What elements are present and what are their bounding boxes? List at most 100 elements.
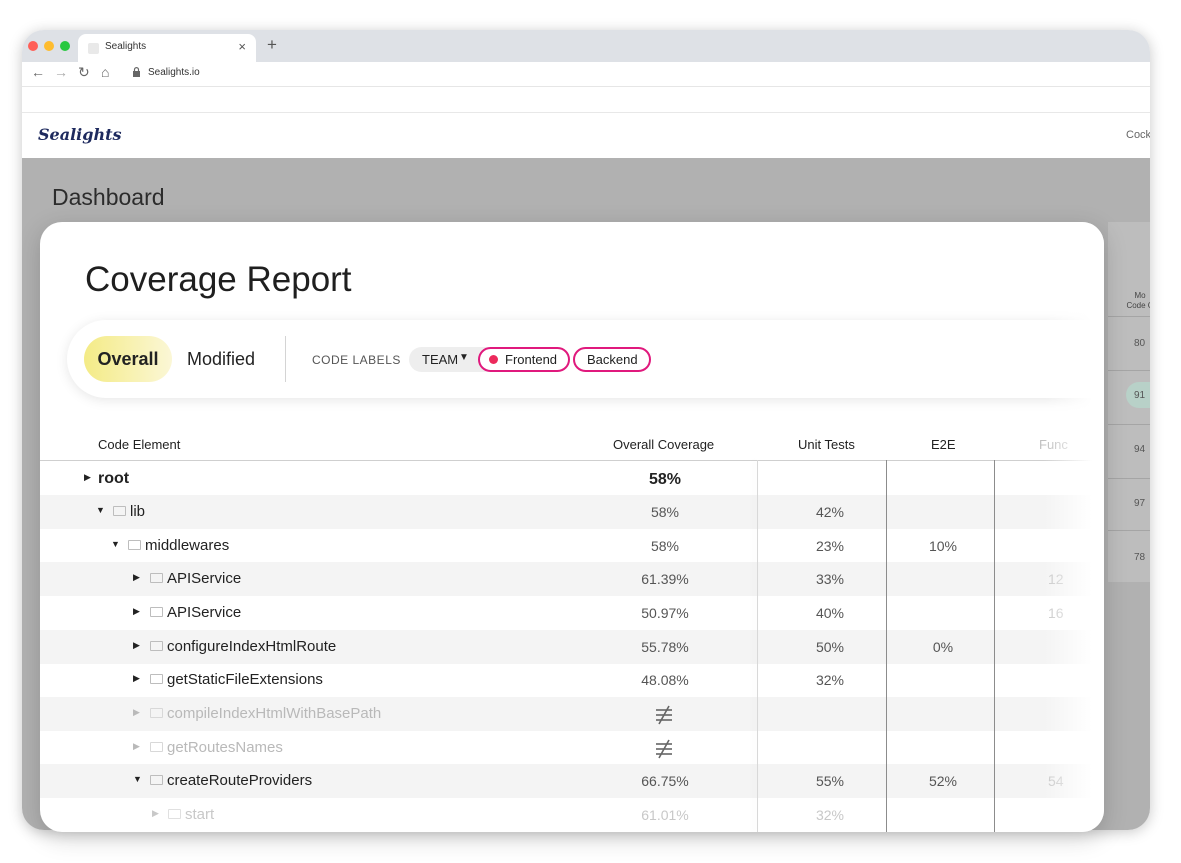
overall-coverage-value: 48.08% [641,672,689,688]
background-row-divider [1108,424,1150,425]
tab-close-icon[interactable]: × [238,39,246,54]
overall-coverage-value: 55.78% [641,639,689,655]
folder-icon [150,742,163,752]
column-divider [886,460,887,832]
table-row[interactable]: ▼ createRouteProviders 66.75% 55% 52% 54 [40,764,1104,798]
code-element-name: createRouteProviders [167,772,313,789]
overall-coverage-value: 58% [650,504,680,520]
background-row-divider [1108,370,1150,371]
folder-icon [150,708,163,718]
unit-tests-value: 33% [815,571,845,587]
expand-arrow-icon[interactable]: ▶ [133,741,140,752]
overall-coverage-value: 58% [648,471,682,488]
header-divider [40,460,1104,461]
folder-icon [150,641,163,651]
table-row[interactable]: ▶ start 61.01% 32% [40,798,1104,832]
new-tab-button[interactable]: + [267,35,277,55]
minimize-window-button[interactable] [44,41,54,51]
segment-modified[interactable]: Modified [187,349,255,370]
no-coverage-icon [656,739,672,759]
table-row[interactable]: ▶ configureIndexHtmlRoute 55.78% 50% 0% [40,630,1104,664]
code-element-name: APIService [167,570,242,587]
table-row[interactable]: ▶ root 58% [40,462,1104,496]
e2e-value: 10% [928,538,958,554]
close-window-button[interactable] [28,41,38,51]
table-row[interactable]: ▶ getStaticFileExtensions 48.08% 32% [40,663,1104,697]
background-value: 78 [1134,552,1146,563]
browser-tab[interactable]: Sealights × [78,34,256,62]
background-value: 94 [1134,444,1146,455]
folder-icon [150,607,163,617]
overall-coverage-value: 58% [650,538,680,554]
code-element-name: start [185,806,215,823]
expand-arrow-icon[interactable]: ▶ [133,707,140,718]
expand-arrow-icon[interactable]: ▶ [152,808,159,819]
functional-value: 12 [1048,571,1064,587]
unit-tests-value: 23% [815,538,845,554]
code-element-name: configureIndexHtmlRoute [167,638,337,655]
home-icon[interactable]: ⌂ [101,64,109,80]
expand-arrow-icon[interactable]: ▶ [133,606,140,617]
background-column-header: Mo [1134,291,1146,300]
table-row[interactable]: ▶ getRoutesNames [40,731,1104,765]
unit-tests-value: 32% [815,807,845,823]
expand-arrow-icon[interactable]: ▶ [84,472,91,483]
sealights-logo[interactable]: Sealights [38,125,121,144]
browser-tabstrip: Sealights × + [22,30,1150,62]
unit-tests-value: 32% [815,672,845,688]
table-row[interactable]: ▶ APIService 50.97% 40% 16 [40,596,1104,630]
code-element-name: root [98,470,130,487]
background-row-divider [1108,530,1150,531]
forward-arrow-icon[interactable]: → [54,64,68,80]
unit-tests-value: 40% [815,605,845,621]
segment-overall[interactable]: Overall [84,336,172,382]
column-header-overall-coverage[interactable]: Overall Coverage [613,437,714,452]
label-chip-backend[interactable]: Backend [573,347,651,372]
functional-value: 54 [1048,773,1064,789]
chip-label: Frontend [505,352,558,367]
folder-icon [150,674,163,684]
code-labels-heading: CODE LABELS [312,353,401,367]
caret-down-icon: ▼ [459,352,469,363]
nav-item-cockpit[interactable]: Cock [1126,129,1150,141]
page-title: Coverage Report [85,260,352,299]
expand-arrow-icon[interactable]: ▶ [133,640,140,651]
code-element-name: getRoutesNames [167,739,283,756]
unit-tests-value: 42% [815,504,845,520]
code-element-name: middlewares [145,537,230,554]
overall-coverage-value: 61.39% [641,571,689,587]
collapse-arrow-icon[interactable]: ▼ [133,774,142,784]
expand-arrow-icon[interactable]: ▶ [133,673,140,684]
back-arrow-icon[interactable]: ← [31,64,45,80]
table-row[interactable]: ▼ middlewares 58% 23% 10% [40,529,1104,563]
table-row[interactable]: ▶ compileIndexHtmlWithBasePath [40,697,1104,731]
code-element-name: getStaticFileExtensions [167,671,323,688]
overall-coverage-value: 50.97% [641,605,689,621]
folder-icon [128,540,141,550]
table-row[interactable]: ▼ lib 58% 42% [40,495,1104,529]
column-header-unit-tests[interactable]: Unit Tests [798,437,855,452]
column-header-e2e[interactable]: E2E [931,437,956,452]
overall-coverage-value: 66.75% [641,773,689,789]
column-header-functional[interactable]: Func [1039,437,1068,452]
collapse-arrow-icon[interactable]: ▼ [111,539,120,549]
reload-icon[interactable]: ↻ [78,64,90,81]
maximize-window-button[interactable] [60,41,70,51]
browser-toolbar: ← → ↻ ⌂ Sealights.io [22,62,1150,86]
toolbar-divider [22,86,1150,87]
background-value: 80 [1134,338,1146,349]
label-chip-frontend[interactable]: Frontend [478,347,570,372]
table-row[interactable]: ▶ APIService 61.39% 33% 12 [40,562,1104,596]
collapse-arrow-icon[interactable]: ▼ [96,505,105,515]
team-dropdown-label: TEAM [422,352,459,367]
expand-arrow-icon[interactable]: ▶ [133,572,140,583]
filter-divider [285,336,286,382]
unit-tests-value: 50% [815,639,845,655]
tab-title: Sealights [105,41,147,52]
column-header-code-element[interactable]: Code Element [98,437,180,452]
unit-tests-value: 55% [815,773,845,789]
background-column-header: Code C [1126,301,1150,310]
app-header: Sealights Cock [22,112,1150,159]
address-bar[interactable]: Sealights.io [148,67,200,78]
code-element-name: compileIndexHtmlWithBasePath [167,705,382,722]
